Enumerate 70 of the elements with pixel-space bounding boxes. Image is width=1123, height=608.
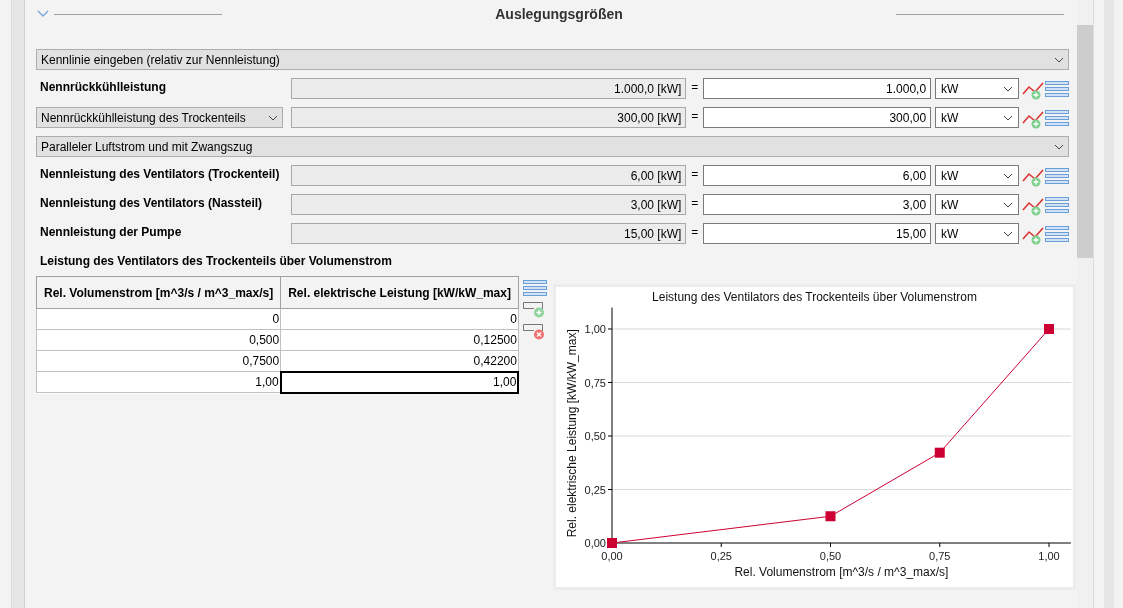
table-cell[interactable]: 0 <box>36 308 281 330</box>
table-title: Leistung des Ventilators des Trockenteils über Volumenstrom <box>39 253 393 270</box>
field-label: Nennleistung des Ventilators (Nassteil) <box>39 195 264 212</box>
data-point <box>1044 324 1055 334</box>
label-dropdown[interactable]: Nennrückkühlleistung des Trockenteils <box>36 107 283 128</box>
equals-sign: = <box>690 108 700 125</box>
data-point <box>825 511 836 522</box>
list-icon[interactable] <box>1045 109 1069 126</box>
section-title: Auslegungsgrößen <box>494 4 624 24</box>
value-input[interactable]: 300,00 <box>703 107 932 128</box>
tick-label: 0,75 <box>929 550 951 562</box>
option-dropdown[interactable]: Kennlinie eingeben (relativ zur Nennleistung) <box>36 49 1069 70</box>
table-cell[interactable]: 0 <box>280 308 519 330</box>
data-point <box>607 538 618 548</box>
chart-title: Leistung des Ventilators des Trockenteils über Volumenstrom <box>652 290 978 304</box>
list-icon[interactable] <box>1045 225 1069 242</box>
value-input[interactable]: 3,00 <box>703 194 932 215</box>
x-axis-label: Rel. Volumenstrom [m^3/s / m^3_max/s] <box>734 565 949 579</box>
caret-icon <box>1003 201 1013 208</box>
tick-label: 1,00 <box>585 323 607 335</box>
list-icon[interactable] <box>1045 80 1069 97</box>
unit-dropdown[interactable]: kW <box>935 194 1019 215</box>
tick-label: 0,00 <box>585 537 607 549</box>
tick-label: 0,25 <box>585 483 607 496</box>
tick-label: 0,75 <box>585 376 607 389</box>
caret-icon <box>1003 230 1013 237</box>
tick-label: 1,00 <box>1038 550 1061 562</box>
field-label: Nennleistung des Ventilators (Trockenteil) <box>39 166 281 183</box>
table-cell[interactable]: 1,00 <box>36 371 281 393</box>
unit-dropdown[interactable]: kW <box>935 223 1019 244</box>
unit-dropdown[interactable]: kW <box>935 165 1019 186</box>
tick-label: 0,50 <box>820 550 842 562</box>
equals-sign: = <box>690 166 700 183</box>
tick-label: 0,25 <box>711 550 733 562</box>
unit-dropdown[interactable]: kW <box>935 107 1019 128</box>
table-cell[interactable]: 1,00 <box>280 371 519 393</box>
field-label: Nennleistung der Pumpe <box>39 224 183 241</box>
computed-value-field: 6,00 [kW] <box>290 165 687 186</box>
equals-sign: = <box>690 224 700 241</box>
list-icon[interactable] <box>1045 167 1069 184</box>
tick-label: 0,50 <box>585 430 607 442</box>
table-cell[interactable]: 0,7500 <box>36 350 281 372</box>
list-icon[interactable] <box>1045 196 1069 213</box>
caret-icon <box>1003 172 1013 179</box>
equals-sign: = <box>690 195 700 212</box>
caret-icon <box>1054 56 1064 63</box>
table-cell[interactable]: 0,12500 <box>280 329 519 351</box>
caret-icon <box>1054 143 1064 150</box>
computed-value-field: 1.000,0 [kW] <box>290 78 687 99</box>
caret-icon <box>1003 85 1013 92</box>
value-input[interactable]: 1.000,0 <box>703 78 932 99</box>
scrollbar-thumb[interactable] <box>1077 25 1093 258</box>
caret-icon <box>1003 114 1013 121</box>
option-dropdown[interactable]: Paralleler Luftstrom und mit Zwangszug <box>36 136 1069 157</box>
data-point <box>935 447 946 458</box>
field-label: Nennrückkühlleistung <box>39 79 168 96</box>
table-cell[interactable]: 0,500 <box>36 329 281 351</box>
computed-value-field: 15,00 [kW] <box>290 223 687 244</box>
value-input[interactable]: 15,00 <box>703 223 932 244</box>
value-input[interactable]: 6,00 <box>703 165 932 186</box>
column-header[interactable]: Rel. Volumenstrom [m^3/s / m^3_max/s] <box>36 276 281 309</box>
y-axis-label: Rel. elektrische Leistung [kW/kW_max] <box>565 329 580 538</box>
computed-value-field: 3,00 [kW] <box>290 194 687 215</box>
unit-dropdown[interactable]: kW <box>935 78 1019 99</box>
list-icon[interactable] <box>523 280 548 296</box>
computed-value-field: 300,00 [kW] <box>290 107 687 128</box>
caret-icon <box>268 114 278 121</box>
tick-label: 0,00 <box>601 550 624 562</box>
equals-sign: = <box>690 79 700 96</box>
column-header[interactable]: Rel. elektrische Leistung [kW/kW_max] <box>280 276 519 309</box>
